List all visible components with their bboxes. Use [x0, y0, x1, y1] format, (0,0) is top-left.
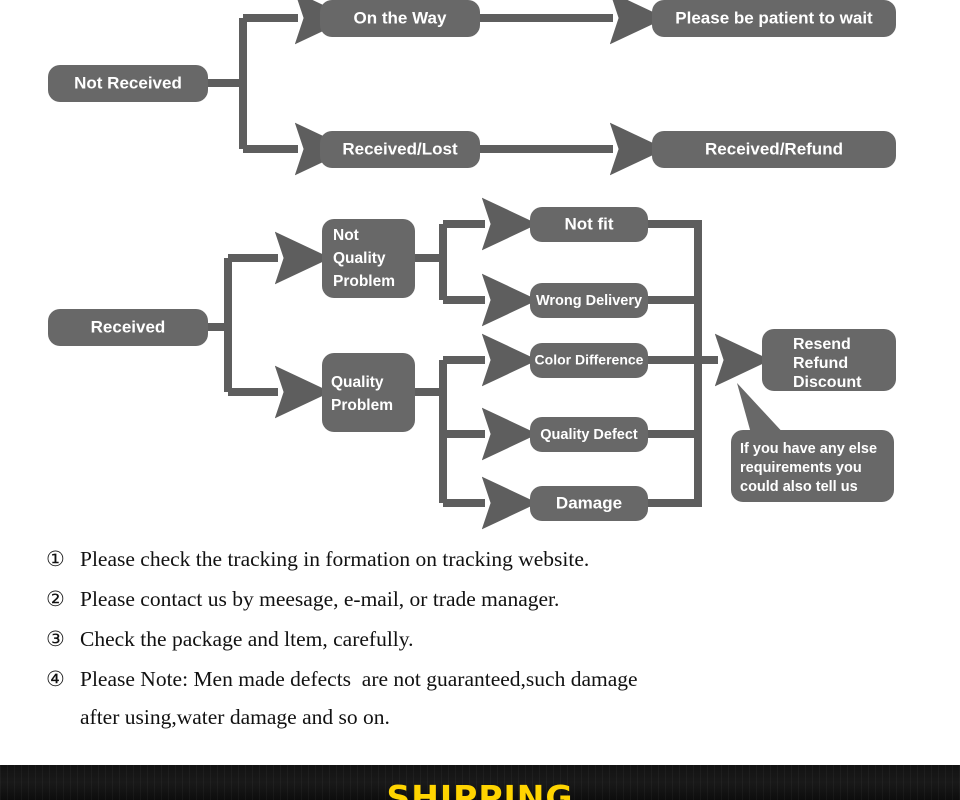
node-received[interactable]: Received [48, 309, 208, 346]
node-resolution-label-line1: Resend [793, 336, 851, 353]
note-text: Check the package and ltem, carefully. [80, 627, 414, 651]
node-not-fit-label: Not fit [564, 214, 613, 233]
node-resolution-label-line2: Refund [793, 355, 848, 372]
connector-not-received-split [208, 0, 351, 176]
node-damage-label: Damage [556, 493, 622, 512]
list-item: ① Please check the tracking in formation… [0, 540, 960, 578]
callout-bubble-line1: If you have any else [740, 441, 877, 457]
list-item: ② Please contact us by meesage, e-mail, … [0, 580, 960, 618]
node-received-label: Received [91, 317, 166, 336]
connector-merge-to-resolution [648, 220, 771, 507]
callout-bubble[interactable]: If you have any else requirements you co… [731, 383, 894, 502]
node-wrong-delivery[interactable]: Wrong Delivery [530, 283, 648, 318]
list-item: ③ Check the package and ltem, carefully. [0, 620, 960, 658]
callout-bubble-line2: requirements you [740, 460, 862, 476]
node-please-be-patient[interactable]: Please be patient to wait [652, 0, 896, 37]
note-number: ④ [46, 667, 65, 691]
node-quality-defect[interactable]: Quality Defect [530, 417, 648, 452]
node-resolution-label-line3: Discount [793, 374, 862, 391]
note-number: ① [46, 547, 65, 571]
node-resolution[interactable]: Resend Refund Discount [762, 329, 896, 391]
note-text: Please contact us by meesage, e-mail, or… [80, 587, 560, 611]
notes-list: ① Please check the tracking in formation… [0, 540, 960, 738]
node-color-difference[interactable]: Color Difference [530, 343, 648, 378]
node-please-be-patient-label: Please be patient to wait [675, 8, 873, 27]
node-color-difference-label: Color Difference [535, 352, 644, 368]
note-text: Please check the tracking in formation o… [80, 547, 590, 571]
node-received-refund[interactable]: Received/Refund [652, 131, 896, 168]
connector-quality-split [415, 333, 538, 530]
node-received-refund-label: Received/Refund [705, 139, 843, 158]
node-quality-problem[interactable]: Quality Problem [322, 353, 415, 432]
node-wrong-delivery-label: Wrong Delivery [536, 293, 642, 309]
connector-received-split [208, 231, 331, 419]
node-on-the-way[interactable]: On the Way [320, 0, 480, 37]
node-not-quality-problem-label-line3: Problem [333, 273, 395, 290]
shipping-banner: SHIPPING [0, 765, 960, 800]
list-item: ④ Please Note: Men made defects are not … [0, 660, 960, 736]
node-quality-defect-label: Quality Defect [540, 427, 638, 443]
node-quality-problem-label-line2: Problem [331, 397, 393, 414]
node-on-the-way-label: On the Way [354, 8, 447, 27]
node-not-received-label: Not Received [74, 73, 182, 92]
note-text: Please Note: Men made defects are not gu… [80, 667, 638, 729]
callout-bubble-line3: could also tell us [740, 479, 858, 495]
node-not-quality-problem[interactable]: Not Quality Problem [322, 219, 415, 298]
connector-not-quality-split [415, 197, 538, 327]
node-damage[interactable]: Damage [530, 486, 648, 521]
node-not-fit[interactable]: Not fit [530, 207, 648, 242]
node-not-quality-problem-label-line1: Not [333, 227, 359, 244]
node-not-received[interactable]: Not Received [48, 65, 208, 102]
note-number: ② [46, 587, 65, 611]
note-number: ③ [46, 627, 65, 651]
node-quality-problem-label-line1: Quality [331, 374, 384, 391]
node-not-quality-problem-label-line2: Quality [333, 250, 386, 267]
shipping-banner-title: SHIPPING [386, 778, 574, 800]
node-received-lost[interactable]: Received/Lost [320, 131, 480, 168]
node-received-lost-label: Received/Lost [342, 139, 458, 158]
after-sales-flowchart: Not Received On the Way Please be patien… [48, 0, 896, 530]
